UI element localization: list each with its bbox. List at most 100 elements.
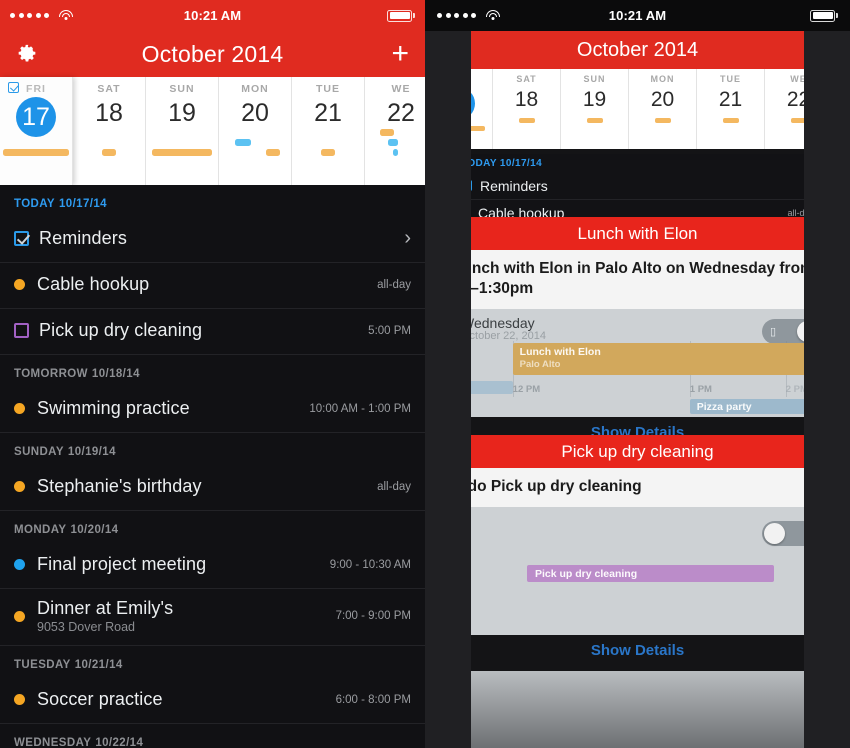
agenda-row[interactable]: Pick up dry cleaning 5:00 PM	[0, 309, 425, 355]
day-column-b-20[interactable]: MON 20	[629, 69, 697, 149]
agenda-preview-rows: TODAY 10/17/14Reminders›Cable hookupall-…	[451, 154, 825, 226]
day-column-22[interactable]: WE 22	[365, 77, 425, 185]
section-date: 10/21/14	[74, 659, 123, 671]
agenda-list[interactable]: TODAY 10/17/14 Reminders › Cable hookup all-d…	[0, 185, 425, 748]
day-name-b: TUE	[720, 74, 741, 84]
event-bar	[235, 139, 251, 146]
checkbox-checked[interactable]	[14, 231, 29, 246]
gear-icon[interactable]	[16, 43, 38, 65]
day-number: 18	[95, 99, 123, 127]
day-strip: FRI 17 SAT 18 SUN 19 MON 20 TUE 21 WE 22	[0, 77, 425, 185]
day-column-19[interactable]: SUN 19	[146, 77, 219, 185]
section-date: 10/17/14	[59, 198, 107, 210]
section-label: TUESDAY	[14, 659, 71, 671]
event-bar	[392, 149, 398, 156]
day-name-b: SAT	[516, 74, 537, 84]
timeline-event-subtitle: Palo Alto	[519, 358, 561, 370]
timeline-event-title: Lunch with Elon	[519, 345, 601, 358]
agenda-row-b[interactable]: Reminders›	[461, 172, 814, 200]
timeline-event[interactable]: Lunch with Elon Palo Alto	[512, 342, 816, 375]
card-header: ✕ Lunch with Elon	[437, 217, 838, 250]
page-title: October 2014	[141, 40, 284, 67]
agenda-row-text: Reminders	[39, 228, 396, 249]
checkbox-unchecked[interactable]	[14, 323, 29, 338]
agenda-row-time: 5:00 PM	[368, 324, 411, 337]
plus-icon[interactable]: +	[391, 39, 409, 69]
day-column-17[interactable]: FRI 17	[0, 77, 73, 185]
page-title-b: October 2014	[576, 38, 699, 61]
event-bar	[102, 149, 116, 156]
status-bar-time-b: 10:21 AM	[608, 8, 667, 23]
section-header: WEDNESDAY 10/22/14	[0, 724, 425, 748]
agenda-row-title-b: Reminders	[480, 177, 548, 194]
agenda-row[interactable]: Soccer practice 6:00 - 8:00 PM	[0, 678, 425, 724]
agenda-row-time: all-day	[377, 278, 411, 291]
day-event-bars	[292, 149, 364, 159]
timeline-day-name: Wednesday	[461, 314, 535, 331]
navigation-bar: October 2014 +	[0, 31, 425, 77]
section-date: 10/20/14	[70, 524, 119, 536]
detail-card-drycleaning[interactable]: ✕ Pick up dry cleaning todo Pick up dry …	[425, 435, 850, 668]
chevron-right-icon[interactable]: ›	[404, 227, 411, 250]
agenda-row[interactable]: Reminders ›	[0, 217, 425, 263]
agenda-row-text: Final project meeting	[37, 554, 320, 575]
day-column-b-18[interactable]: SAT 18	[493, 69, 561, 149]
day-name-b: MON	[650, 74, 675, 84]
agenda-row[interactable]: Stephanie's birthday all-day	[0, 465, 425, 511]
section-label: TODAY	[14, 198, 55, 210]
agenda-row-title: Reminders	[39, 228, 127, 248]
day-column-21[interactable]: TUE 21	[292, 77, 365, 185]
agenda-row-text: Dinner at Emily's 9053 Dover Road	[37, 598, 326, 634]
status-bar-b: 10:21 AM	[425, 0, 850, 31]
stack-side-shade-right	[804, 31, 850, 748]
event-bar-b	[654, 118, 671, 123]
day-column-20[interactable]: MON 20	[219, 77, 292, 185]
agenda-row-title: Cable hookup	[37, 274, 150, 294]
day-event-bars	[0, 149, 72, 159]
agenda-row-title: Stephanie's birthday	[37, 476, 202, 496]
card-description: todo Pick up dry cleaning	[429, 468, 846, 507]
day-column-b-21[interactable]: TUE 21	[697, 69, 765, 149]
agenda-row-title: Swimming practice	[37, 398, 190, 418]
agenda-row[interactable]: Cable hookup all-day	[0, 263, 425, 309]
timeline-tick: 12 PM	[512, 383, 541, 395]
event-bar-b	[586, 118, 603, 123]
base-calendar-layer: October 2014 + FRI17SAT18SUN19MON20TUE21…	[454, 31, 821, 161]
calendar-app-flat-view: 10:21 AM October 2014 + FRI 17 SAT 18 SUN 19 M…	[0, 0, 425, 748]
section-header-b: TODAY 10/17/14	[461, 158, 543, 169]
day-number: 21	[314, 99, 342, 127]
section-date: 10/22/14	[95, 737, 144, 748]
day-column-18[interactable]: SAT 18	[73, 77, 146, 185]
day-name: TUE	[316, 83, 340, 95]
section-header: TODAY 10/17/14	[0, 185, 425, 217]
event-color-dot	[14, 481, 25, 492]
mini-calendar-lunch: Wednesday October 22, 2014 ▯ Lunch with …	[438, 309, 838, 417]
section-header: TUESDAY 10/21/14	[0, 646, 425, 678]
detail-card-lunch[interactable]: ✕ Lunch with Elon Lunch with Elon in Pal…	[425, 217, 850, 450]
card-title: Lunch with Elon	[577, 223, 698, 243]
agenda-row[interactable]: Dinner at Emily's 9053 Dover Road 7:00 - 9…	[0, 589, 425, 646]
card-stack: October 2014 + FRI17SAT18SUN19MON20TUE21…	[425, 31, 850, 748]
event-color-dot	[14, 610, 25, 622]
agenda-row-text: Soccer practice	[37, 689, 326, 710]
card-stack-tail	[425, 671, 850, 748]
stack-side-shade-left	[425, 31, 471, 748]
status-bar-time: 10:21 AM	[183, 8, 242, 23]
section-label: SUNDAY	[14, 446, 64, 458]
show-details-link[interactable]: Show Details	[429, 635, 846, 668]
agenda-row-time: 6:00 - 8:00 PM	[335, 693, 411, 706]
agenda-row[interactable]: Swimming practice 10:00 AM - 1:00 PM	[0, 387, 425, 433]
day-number: 17	[16, 97, 56, 137]
agenda-row-title: Final project meeting	[37, 554, 207, 574]
card-description: Lunch with Elon in Palo Alto on Wednesda…	[437, 250, 838, 309]
status-bar: 10:21 AM	[0, 0, 425, 31]
agenda-row-title: Pick up dry cleaning	[39, 320, 203, 340]
day-column-b-19[interactable]: SUN 19	[561, 69, 629, 149]
timeline-event[interactable]: Pick up dry cleaning	[527, 564, 774, 582]
agenda-row[interactable]: Final project meeting 9:00 - 10:30 AM	[0, 543, 425, 589]
event-bar	[3, 149, 69, 156]
day-name-b: SUN	[583, 74, 606, 84]
agenda-row-title: Dinner at Emily's	[37, 598, 174, 618]
agenda-row-subtitle: 9053 Dover Road	[37, 620, 135, 634]
card-header: ✕ Pick up dry cleaning	[429, 435, 846, 468]
